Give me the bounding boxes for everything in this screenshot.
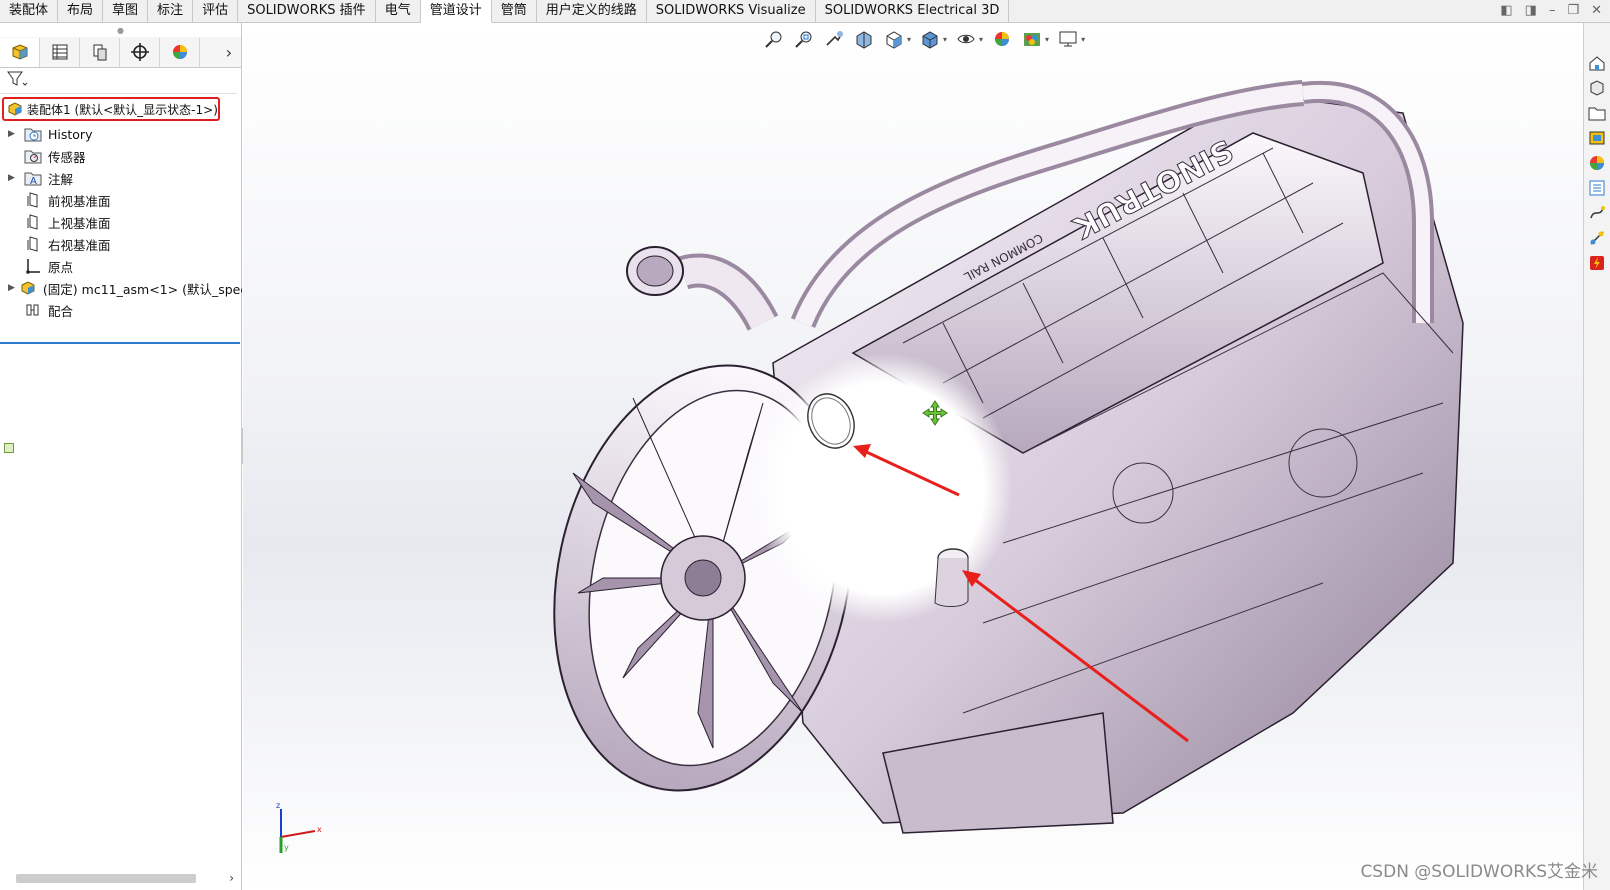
assembly-root-label: 装配体1 (默认<默认_显示状态-1>)	[27, 102, 218, 117]
history-folder-icon	[24, 126, 42, 142]
tab-assembly[interactable]: 装配体	[0, 0, 59, 23]
tree-item-front-plane[interactable]: 前视基准面	[0, 189, 242, 211]
plane-icon	[24, 214, 42, 230]
tab-electrical[interactable]: 电气	[376, 0, 421, 23]
filter-row	[0, 68, 237, 94]
tab-markup[interactable]: 标注	[148, 0, 194, 23]
design-library-icon[interactable]	[1586, 102, 1608, 124]
scroll-right-icon[interactable]: ›	[229, 871, 234, 885]
tab-electrical-3d[interactable]: SOLIDWORKS Electrical 3D	[816, 0, 1010, 23]
graphics-area[interactable]: ▾ ▾ ▾ ▾ ▾ SINOTRUK COMMON RAIL z x y	[243, 23, 1583, 890]
configuration-manager-icon[interactable]	[80, 37, 120, 67]
file-explorer-icon[interactable]	[1586, 127, 1608, 149]
routing-components-icon[interactable]	[1586, 227, 1608, 249]
tab-piping[interactable]: 管道设计	[420, 0, 492, 23]
tree-rollback-bar[interactable]	[0, 342, 240, 344]
panel-grip[interactable]: ●	[0, 23, 241, 37]
expand-arrow-icon[interactable]: ▶	[8, 173, 20, 183]
property-manager-icon[interactable]	[40, 37, 80, 67]
task-pane-tabs	[1583, 23, 1610, 890]
svg-text:x: x	[317, 825, 322, 834]
mates-icon	[24, 302, 42, 318]
restore-icon[interactable]: ❐	[1567, 3, 1579, 18]
expand-arrow-icon[interactable]: ▶	[8, 129, 20, 139]
appearances-icon[interactable]	[1586, 152, 1608, 174]
feature-manager-panel: ● › 装配体1 (默认<默认_显示状态-1>) ▶ History 传感器 ▶…	[0, 23, 242, 890]
tree-item-history[interactable]: ▶ History	[0, 123, 242, 145]
tab-addins[interactable]: SOLIDWORKS 插件	[238, 0, 376, 23]
home-icon[interactable]	[1586, 52, 1608, 74]
chevron-right-icon[interactable]: ›	[217, 43, 241, 62]
origin-icon	[24, 258, 42, 274]
tab-user-defined-route[interactable]: 用户定义的线路	[537, 0, 647, 23]
window-controls: ◧ ◨ – ❐ ✕	[1500, 3, 1602, 18]
feature-manager-icon[interactable]	[0, 37, 40, 67]
command-manager-tabs: 装配体 布局 草图 标注 评估 SOLIDWORKS 插件 电气 管道设计 管筒…	[0, 0, 1610, 23]
minimize-icon[interactable]: –	[1549, 3, 1556, 18]
expand-arrow-icon[interactable]: ▶	[8, 283, 15, 293]
horizontal-scrollbar[interactable]: ›	[0, 870, 240, 886]
dock-left-icon[interactable]: ◧	[1500, 3, 1512, 18]
custom-properties-icon[interactable]	[1586, 177, 1608, 199]
svg-text:z: z	[276, 801, 280, 810]
dimxpert-icon[interactable]	[120, 37, 160, 67]
svg-text:A: A	[30, 176, 37, 186]
assembly-icon	[7, 101, 23, 117]
manager-tabs: ›	[0, 37, 241, 68]
solidworks-electrical-icon[interactable]	[1586, 252, 1608, 274]
routing-library-icon[interactable]	[1586, 202, 1608, 224]
resources-icon[interactable]	[1586, 77, 1608, 99]
tab-layout[interactable]: 布局	[58, 0, 104, 23]
tree-item-sensors[interactable]: 传感器	[0, 145, 242, 167]
selection-indicator	[4, 443, 14, 453]
plane-icon	[24, 236, 42, 252]
tab-tubing[interactable]: 管筒	[492, 0, 537, 23]
tree-item-component[interactable]: ▶ (固定) mc11_asm<1> (默认_speec	[0, 277, 242, 299]
tree-item-top-plane[interactable]: 上视基准面	[0, 211, 242, 233]
dock-right-icon[interactable]: ◨	[1525, 3, 1537, 18]
tree-item-origin[interactable]: 原点	[0, 255, 242, 277]
tab-evaluate[interactable]: 评估	[193, 0, 239, 23]
display-manager-icon[interactable]	[160, 37, 200, 67]
assembly-root-node[interactable]: 装配体1 (默认<默认_显示状态-1>)	[2, 97, 220, 121]
tree-item-annotations[interactable]: ▶ A 注解	[0, 167, 242, 189]
engine-model[interactable]: SINOTRUK COMMON RAIL	[243, 23, 1583, 890]
tab-sketch[interactable]: 草图	[103, 0, 149, 23]
tree-item-right-plane[interactable]: 右视基准面	[0, 233, 242, 255]
close-icon[interactable]: ✕	[1591, 3, 1602, 18]
tab-visualize[interactable]: SOLIDWORKS Visualize	[647, 0, 816, 23]
coordinate-triad: z x y	[271, 801, 331, 861]
watermark: CSDN @SOLIDWORKS艾金米	[1360, 862, 1598, 882]
sensor-icon	[24, 148, 42, 164]
scrollbar-thumb[interactable]	[16, 873, 196, 883]
annotation-icon: A	[24, 170, 42, 186]
plane-icon	[24, 192, 42, 208]
filter-icon[interactable]	[6, 70, 28, 92]
feature-tree: ▶ History 传感器 ▶ A 注解 前视基准面 上视基准面 右视基准面 原…	[0, 123, 242, 321]
svg-text:y: y	[284, 843, 289, 852]
part-icon	[19, 280, 37, 296]
tree-item-mates[interactable]: 配合	[0, 299, 242, 321]
